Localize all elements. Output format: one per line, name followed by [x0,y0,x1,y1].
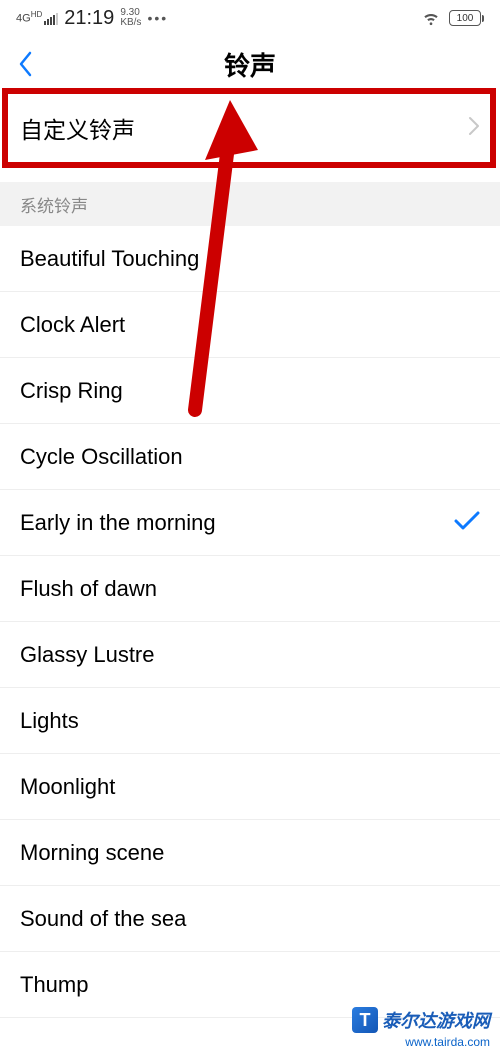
signal-indicator: 4GHD [16,11,58,25]
wifi-icon [421,7,441,30]
ringtone-label: Clock Alert [20,312,125,338]
status-right: 100 [421,7,484,30]
ringtone-label: Sound of the sea [20,906,186,932]
ringtone-label: Cycle Oscillation [20,444,183,470]
network-type: 4G [16,13,31,25]
ringtone-row[interactable]: Flush of dawn [0,556,500,622]
watermark-site-name: 泰尔达游戏网 [382,1007,490,1033]
ringtone-label: Thump [20,972,88,998]
ringtone-row[interactable]: Moonlight [0,754,500,820]
ringtone-label: Early in the morning [20,510,216,536]
signal-bars-icon [44,13,58,25]
ringtone-label: Lights [20,708,79,734]
network-speed: 9.30 KB/s [120,8,141,28]
ringtone-label: Moonlight [20,774,115,800]
more-dots-icon: ••• [147,10,168,26]
ringtone-row[interactable]: Early in the morning [0,490,500,556]
status-bar: 4GHD 21:19 9.30 KB/s ••• 100 [0,0,500,36]
ringtone-label: Glassy Lustre [20,642,155,668]
ringtone-label: Flush of dawn [20,576,157,602]
custom-ringtone-label: 自定义铃声 [20,111,135,145]
section-header-system: 系统铃声 [0,182,500,226]
back-button[interactable] [0,36,50,92]
ringtone-row[interactable]: Cycle Oscillation [0,424,500,490]
nav-header: 铃声 [0,36,500,92]
ringtone-row[interactable]: Beautiful Touching [0,226,500,292]
status-left: 4GHD 21:19 9.30 KB/s ••• [16,7,168,30]
ringtone-row[interactable]: Sound of the sea [0,886,500,952]
watermark-logo-icon: T [352,1007,378,1033]
watermark: T 泰尔达游戏网 www.tairda.com [352,1007,490,1049]
clock-time: 21:19 [64,7,114,30]
ringtone-label: Morning scene [20,840,164,866]
ringtone-row[interactable]: Morning scene [0,820,500,886]
ringtone-row[interactable]: Crisp Ring [0,358,500,424]
ringtone-row[interactable]: Lights [0,688,500,754]
hd-badge: HD [31,10,43,19]
custom-ringtone-row[interactable]: 自定义铃声 [0,92,500,164]
battery-indicator: 100 [449,10,484,26]
chevron-left-icon [18,51,32,77]
watermark-url: www.tairda.com [352,1035,490,1049]
checkmark-icon [454,510,480,535]
ringtone-label: Crisp Ring [20,378,123,404]
page-title: 铃声 [224,46,276,83]
ringtone-list: Beautiful Touching Clock Alert Crisp Ring C… [0,226,500,1018]
ringtone-row[interactable]: Glassy Lustre [0,622,500,688]
battery-level: 100 [449,10,481,26]
chevron-right-icon [468,116,480,141]
ringtone-label: Beautiful Touching [20,246,199,272]
ringtone-row[interactable]: Clock Alert [0,292,500,358]
